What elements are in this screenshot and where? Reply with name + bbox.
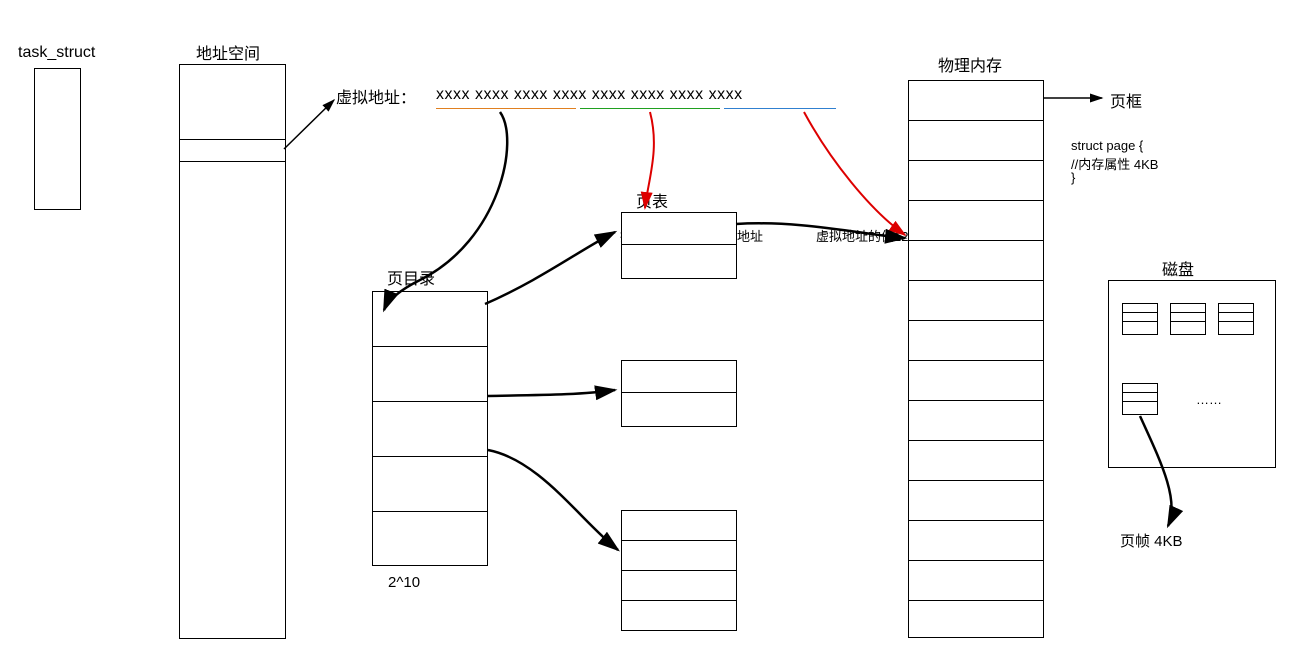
underline-bits-2 — [580, 108, 720, 109]
disk-mini-4 — [1122, 383, 1158, 415]
page-dir-box — [372, 291, 488, 566]
page-frame-4kb: 页帧 4KB — [1120, 530, 1183, 551]
page-table-box-1 — [621, 212, 737, 279]
struct-page-3: } — [1071, 170, 1075, 185]
page-table-label: 页表 — [636, 188, 668, 212]
disk-mini-2 — [1170, 303, 1206, 335]
page-table-box-3 — [621, 510, 737, 631]
underline-bits-3 — [724, 108, 836, 109]
vaddr-prefix: 虚拟地址： — [336, 84, 416, 108]
page-table-box-2 — [621, 360, 737, 427]
disk-label: 磁盘 — [1162, 256, 1194, 280]
two-pow-10: 2^10 — [388, 574, 420, 591]
underline-bits-1 — [436, 108, 576, 109]
struct-page-1: struct page { — [1071, 138, 1143, 153]
addr-space-label: 地址空间 — [196, 40, 260, 64]
page-dir-label: 页目录 — [387, 265, 435, 289]
vaddr-bits: xxxx xxxx xxxx xxxx xxxx xxxx xxxx xxxx — [436, 86, 743, 104]
disk-mini-1 — [1122, 303, 1158, 335]
phys-mem-box — [908, 80, 1044, 638]
struct-page-2: //内存属性 4KB — [1071, 154, 1158, 173]
phys-mem-label: 物理内存 — [938, 52, 1002, 76]
addr-space-row — [179, 139, 286, 162]
task-struct-box — [34, 68, 81, 210]
page-frame-label: 页框 — [1110, 88, 1142, 112]
disk-mini-3 — [1218, 303, 1254, 335]
disk-dots: …… — [1196, 392, 1222, 407]
task-struct-label: task_struct — [18, 44, 95, 62]
